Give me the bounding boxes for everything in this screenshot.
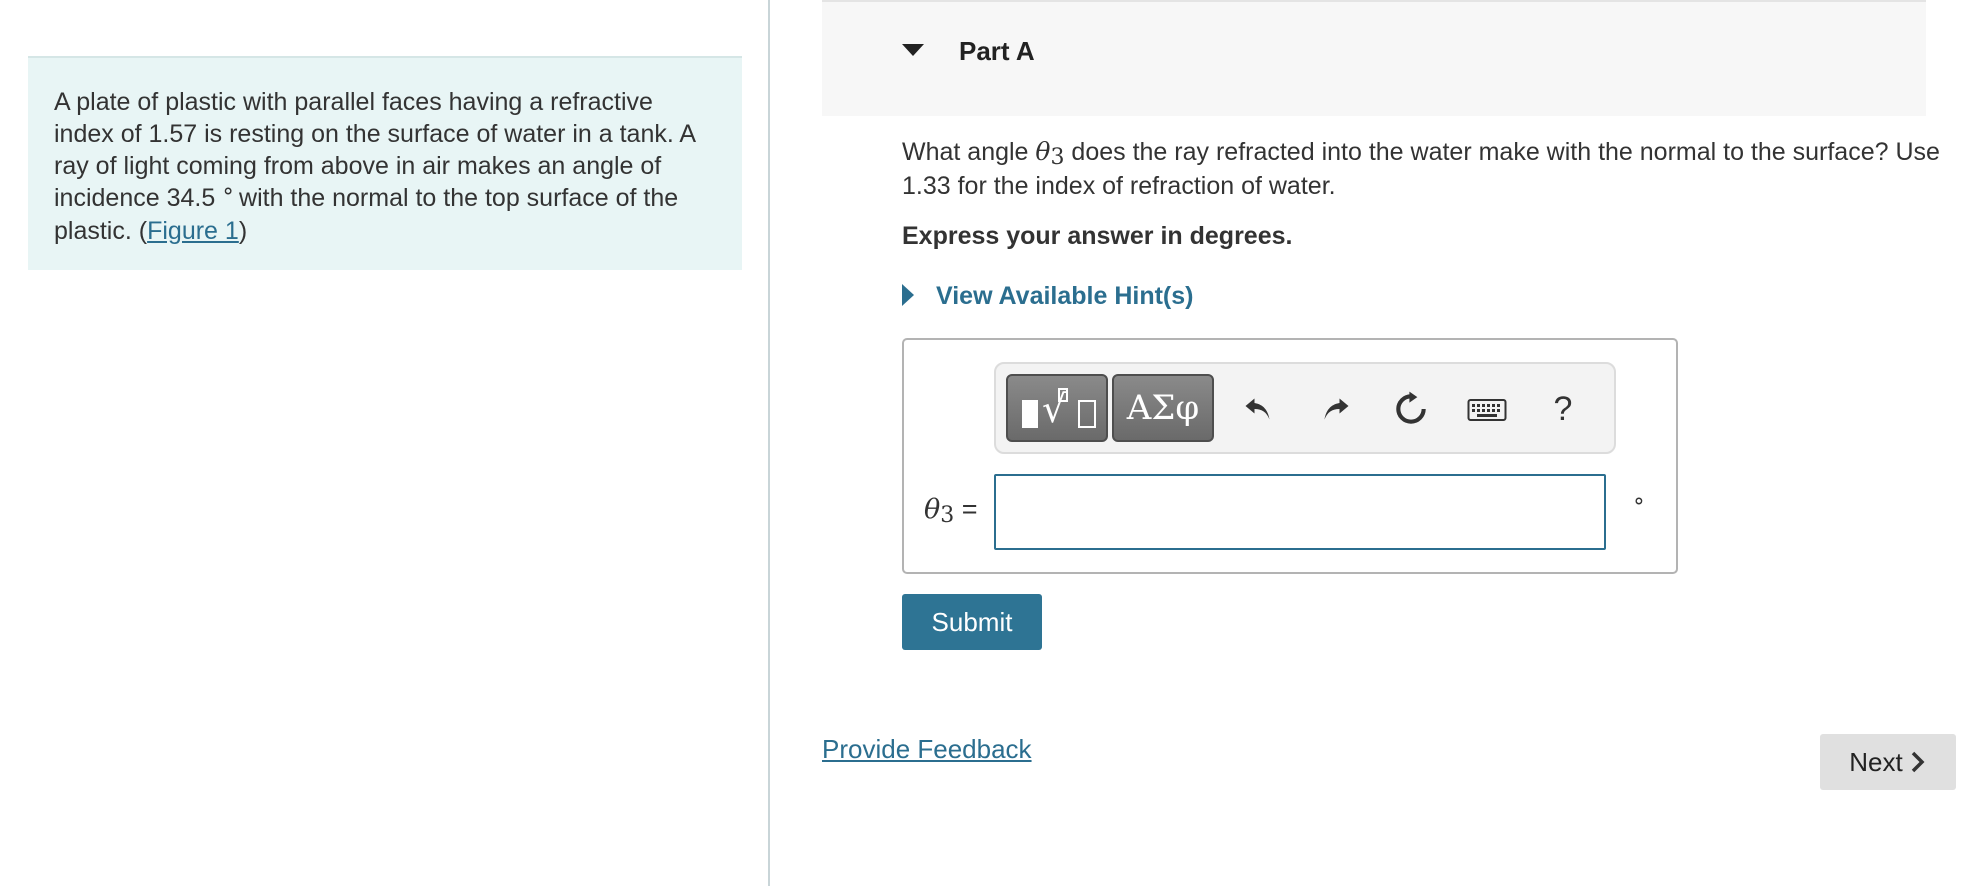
answer-input[interactable] (994, 474, 1606, 550)
greek-symbols-button[interactable]: ΑΣφ (1112, 374, 1214, 442)
question-text: What angle θ3 does the ray refracted int… (902, 136, 1952, 202)
figure-link[interactable]: Figure 1 (147, 217, 239, 245)
reset-button[interactable] (1386, 384, 1436, 434)
caret-right-icon[interactable] (902, 284, 914, 306)
keyboard-icon (1467, 399, 1507, 421)
answer-equals: = (954, 494, 978, 524)
answer-theta-sub: 3 (940, 503, 955, 528)
part-title: Part A (959, 36, 1035, 66)
templates-button[interactable]: √ (1006, 374, 1108, 442)
math-toolbar: √ ΑΣφ ? (994, 362, 1616, 454)
unit-degree: ∘ (1632, 488, 1646, 513)
reset-icon (1396, 391, 1426, 424)
answer-instruction: Express your answer in degrees. (902, 222, 1293, 250)
caret-down-icon[interactable] (902, 44, 924, 56)
view-hints-link[interactable]: View Available Hint(s) (936, 282, 1193, 311)
answer-box: √ ΑΣφ ? θ3 = ∘ (902, 338, 1678, 574)
answer-theta: θ (924, 494, 941, 525)
chevron-right-icon (1911, 751, 1925, 773)
problem-statement: A plate of plastic with parallel faces h… (28, 56, 742, 270)
theta-subscript: 3 (1050, 145, 1065, 170)
next-button[interactable]: Next (1820, 734, 1956, 790)
help-button[interactable]: ? (1538, 384, 1588, 434)
next-label: Next (1849, 746, 1903, 777)
question-before: What angle (902, 138, 1036, 166)
redo-icon (1324, 398, 1349, 420)
submit-button[interactable]: Submit (902, 594, 1042, 650)
part-header[interactable]: Part A (822, 0, 1926, 116)
problem-pane: A plate of plastic with parallel faces h… (0, 0, 768, 886)
undo-icon (1245, 398, 1270, 420)
redo-button[interactable] (1310, 384, 1360, 434)
problem-text-close: ) (238, 217, 248, 245)
degree-symbol: ∘ (221, 178, 236, 203)
keyboard-button[interactable] (1462, 384, 1512, 434)
provide-feedback-link[interactable]: Provide Feedback (822, 734, 1032, 765)
answer-label: θ3 = (924, 494, 978, 528)
theta-symbol: θ (1035, 137, 1051, 166)
undo-button[interactable] (1234, 384, 1284, 434)
question-pane: Part A What angle θ3 does the ray refrac… (770, 0, 1968, 886)
